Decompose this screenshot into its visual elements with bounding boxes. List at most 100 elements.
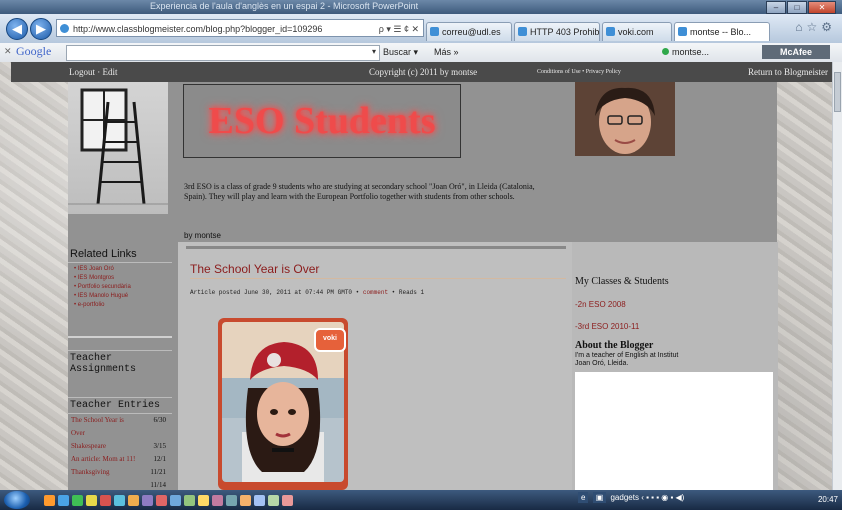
voki-avatar-widget[interactable]: voki [218, 318, 348, 490]
minimize-button[interactable]: – [766, 1, 786, 14]
user-account[interactable]: montse... [662, 47, 709, 57]
app-icon[interactable] [100, 495, 111, 506]
ie-page-icon [518, 27, 527, 36]
comment-link[interactable]: comment [363, 289, 388, 296]
app-icon[interactable] [254, 495, 265, 506]
ie-taskbar-icon[interactable]: e [578, 492, 589, 503]
ie-page-icon [678, 27, 687, 36]
entry-row[interactable]: An article: Mom at 11! 12/1 [68, 455, 178, 468]
google-search-input[interactable]: ▾ [66, 45, 380, 61]
post-meta: Article posted June 30, 2011 at 07:44 PM… [190, 289, 424, 296]
teacher-entries-heading: Teacher Entries [70, 400, 161, 411]
entry-row[interactable]: Shakespeare 3/15 [68, 442, 178, 455]
app-icon[interactable] [198, 495, 209, 506]
google-logo: Google [16, 44, 52, 58]
favorites-star-icon[interactable]: ☆ [806, 20, 821, 34]
home-icon[interactable]: ⌂ [795, 20, 806, 34]
post-meta-prefix: Article posted June 30, 2011 at 07:44 PM… [190, 289, 360, 296]
ie-page-icon [606, 27, 615, 36]
app-icon[interactable] [128, 495, 139, 506]
window-controls: – □ ✕ [766, 1, 836, 14]
entry-title[interactable]: Shakespeare [71, 442, 106, 450]
related-link[interactable]: • IES Manolo Hugué [74, 292, 178, 301]
class-link[interactable]: -3rd ESO 2010-11 [575, 322, 639, 331]
entry-title[interactable]: An article: Mom at 11! [71, 455, 135, 463]
entry-date: 11/21 [150, 468, 166, 476]
address-bar[interactable]: http://www.classblogmeister.com/blog.php… [56, 19, 424, 37]
window-switch-icon[interactable]: ▣ [592, 492, 607, 503]
address-controls[interactable]: ρ ▾ ☰ ¢ ✕ [379, 20, 419, 38]
windows-taskbar: e ▣ gadgets ‹ ▪ ▪ ▪ ◉ ▪ ◀) 20:47 [0, 490, 842, 510]
copyright-text: Copyright (c) 2011 by montse [369, 67, 478, 77]
entry-row[interactable]: 11/14 [68, 481, 178, 490]
post-title[interactable]: The School Year is Over [190, 262, 319, 276]
app-icon[interactable] [86, 495, 97, 506]
entry-title[interactable]: Over [71, 429, 85, 437]
app-icon[interactable] [156, 495, 167, 506]
maximize-button[interactable]: □ [787, 1, 807, 14]
dropdown-arrow-icon[interactable]: ▾ [372, 47, 376, 56]
address-url: http://www.classblogmeister.com/blog.php… [73, 24, 323, 34]
more-button[interactable]: Más » [434, 47, 459, 57]
divider [68, 413, 172, 414]
clock[interactable]: 20:47 [818, 495, 838, 504]
start-button[interactable] [4, 491, 30, 509]
forward-button[interactable]: ▶ [30, 18, 52, 40]
app-icon[interactable] [44, 495, 55, 506]
entry-title[interactable]: The School Year is [71, 416, 124, 424]
teacher-entries-list: The School Year is 6/30 Over Shakespeare 3… [68, 416, 178, 490]
tab-montse-blog[interactable]: montse -- Blo... [674, 22, 770, 41]
divider [68, 336, 172, 338]
gadgets-toolbar[interactable]: gadgets [610, 493, 638, 502]
related-link[interactable]: • Portfolio secundària [74, 283, 178, 292]
about-blogger-text: I'm a teacher of English at Institut Joa… [575, 352, 679, 367]
app-icon[interactable] [212, 495, 223, 506]
entry-title[interactable]: Thanksgiving [71, 468, 110, 476]
entry-date: 3/15 [153, 442, 166, 450]
return-to-blogmeister-link[interactable]: Return to Blogmeister [748, 67, 828, 77]
related-links-heading: Related Links [70, 248, 137, 260]
tray-icons[interactable]: ‹ ▪ ▪ ▪ ◉ ▪ ◀) [641, 493, 684, 502]
mail-icon [430, 27, 439, 36]
ladder-picture [68, 82, 168, 214]
entry-row[interactable]: The School Year is 6/30 [68, 416, 178, 429]
tab-http-403[interactable]: HTTP 403 Prohibi... [514, 22, 600, 41]
app-icon[interactable] [268, 495, 279, 506]
user-name: montse... [672, 47, 710, 57]
app-icon[interactable] [72, 495, 83, 506]
related-link[interactable]: • IES Montgros [74, 274, 178, 283]
related-link[interactable]: • IES Joan Oró [74, 265, 178, 274]
mcafee-button[interactable]: McAfee [762, 45, 830, 59]
conditions-links[interactable]: Conditions of Use • Privacy Policy [537, 69, 621, 75]
scrollbar-thumb[interactable] [834, 72, 841, 112]
app-icon[interactable] [58, 495, 69, 506]
classes-heading: My Classes & Students [575, 276, 669, 287]
app-icon[interactable] [184, 495, 195, 506]
app-icon[interactable] [142, 495, 153, 506]
entry-row[interactable]: Over [68, 429, 178, 442]
search-button[interactable]: Buscar ▾ [383, 47, 418, 58]
close-toolbar-icon[interactable]: ✕ [4, 46, 12, 57]
logout-edit-link[interactable]: Logout · Edit [69, 67, 118, 77]
app-icon[interactable] [282, 495, 293, 506]
app-icon[interactable] [114, 495, 125, 506]
online-status-icon [662, 48, 669, 55]
tab-correu[interactable]: correu@udl.es [426, 22, 512, 41]
app-icon[interactable] [226, 495, 237, 506]
teacher-assignments-heading: Teacher Assignments [70, 353, 137, 375]
app-icon[interactable] [170, 495, 181, 506]
browser-toolbar-icons[interactable]: ⌂☆⚙ [795, 20, 836, 34]
settings-gear-icon[interactable]: ⚙ [821, 20, 836, 34]
back-button[interactable]: ◀ [6, 18, 28, 40]
post-meta-suffix: • Reads 1 [391, 289, 425, 296]
divider [186, 246, 566, 249]
entry-row[interactable]: Thanksgiving 11/21 [68, 468, 178, 481]
divider [68, 397, 172, 398]
app-icon[interactable] [240, 495, 251, 506]
class-link[interactable]: -2n ESO 2008 [575, 300, 626, 309]
tab-voki[interactable]: voki.com [602, 22, 672, 41]
vertical-scrollbar[interactable] [832, 62, 842, 490]
browser-navbar: ◀ ▶ http://www.classblogmeister.com/blog… [0, 14, 842, 44]
close-window-button[interactable]: ✕ [808, 1, 836, 14]
related-link[interactable]: • e-portfolio [74, 301, 178, 310]
